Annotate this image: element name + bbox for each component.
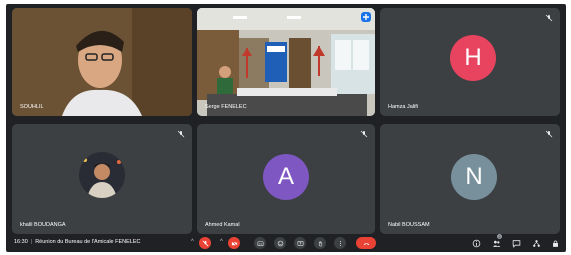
present-icon bbox=[297, 240, 303, 246]
chat-button[interactable] bbox=[512, 239, 521, 248]
avatar bbox=[79, 152, 125, 198]
participant-name: SOUHLIL bbox=[20, 104, 44, 110]
captions-button[interactable] bbox=[254, 237, 266, 249]
participant-tile-serge-fenelec[interactable]: Serge FENELEC bbox=[197, 8, 375, 116]
mic-muted-icon bbox=[545, 130, 553, 138]
avatar: H bbox=[450, 35, 496, 81]
participant-tile-ahmed-kamal[interactable]: A Ahmed Kamal bbox=[197, 124, 375, 234]
participant-name: Nabil BOUSSAM bbox=[388, 222, 430, 228]
people-icon bbox=[492, 240, 501, 247]
mic-muted-icon bbox=[177, 130, 185, 138]
more-icon bbox=[339, 240, 341, 246]
participant-grid: SOUHLIL Serge FENELEC H Hamza Jalifi kha… bbox=[12, 8, 560, 234]
present-button[interactable] bbox=[294, 237, 306, 249]
pin-icon[interactable] bbox=[361, 12, 371, 22]
more-options-button[interactable] bbox=[334, 237, 346, 249]
emoji-button[interactable] bbox=[274, 237, 286, 249]
info-icon bbox=[472, 239, 481, 248]
mic-off-icon bbox=[202, 240, 208, 246]
meeting-details-button[interactable] bbox=[472, 239, 481, 248]
people-button[interactable]: 2 bbox=[492, 234, 502, 248]
hangup-icon bbox=[363, 242, 369, 245]
chat-icon bbox=[512, 240, 521, 248]
avatar: A bbox=[263, 154, 309, 200]
mic-muted-icon bbox=[545, 14, 553, 22]
participant-name: Serge FENELEC bbox=[205, 104, 247, 110]
camera-off-button[interactable] bbox=[228, 237, 240, 249]
profile-photo bbox=[79, 152, 125, 198]
participant-name: Ahmed Kamal bbox=[205, 222, 240, 228]
mic-off-button[interactable] bbox=[199, 237, 211, 249]
emoji-icon bbox=[277, 240, 283, 246]
host-controls-button[interactable] bbox=[551, 239, 560, 248]
camera-options-caret[interactable]: ^ bbox=[220, 239, 223, 245]
activities-icon bbox=[533, 240, 540, 247]
avatar: N bbox=[451, 154, 497, 200]
leave-call-button[interactable] bbox=[356, 237, 376, 249]
meet-window: SOUHLIL Serge FENELEC H Hamza Jalifi kha… bbox=[6, 4, 566, 252]
participant-name: Hamza Jalifi bbox=[388, 104, 418, 110]
meeting-time: 16:30 bbox=[14, 239, 28, 245]
meeting-info: 16:30 | Réunion du Bureau de l'Amicale FEN… bbox=[14, 239, 141, 245]
participant-name: khalil BOUDANGA bbox=[20, 222, 66, 228]
mic-muted-icon bbox=[360, 130, 368, 138]
meeting-title: Réunion du Bureau de l'Amicale FENELEC bbox=[35, 239, 141, 245]
activities-button[interactable] bbox=[532, 239, 541, 248]
captions-icon bbox=[257, 240, 263, 246]
camera-off-icon bbox=[231, 240, 237, 246]
video-feed bbox=[197, 8, 375, 116]
participant-video-image bbox=[197, 8, 375, 116]
participant-count-badge: 2 bbox=[497, 234, 502, 239]
raise-hand-icon bbox=[318, 240, 322, 246]
meeting-separator: | bbox=[30, 239, 33, 245]
participant-tile-khalil-boudanga[interactable]: khalil BOUDANGA bbox=[12, 124, 192, 234]
participant-video-image bbox=[12, 8, 192, 116]
video-feed bbox=[12, 8, 192, 116]
mic-options-caret[interactable]: ^ bbox=[191, 239, 194, 245]
participant-tile-nabil-boussam[interactable]: N Nabil BOUSSAM bbox=[380, 124, 560, 234]
lock-icon bbox=[553, 240, 558, 247]
participant-tile-hamza-jalifi[interactable]: H Hamza Jalifi bbox=[380, 8, 560, 116]
bottom-toolbar: 16:30 | Réunion du Bureau de l'Amicale FEN… bbox=[6, 234, 566, 252]
participant-tile-souhlil[interactable]: SOUHLIL bbox=[12, 8, 192, 116]
raise-hand-button[interactable] bbox=[314, 237, 326, 249]
